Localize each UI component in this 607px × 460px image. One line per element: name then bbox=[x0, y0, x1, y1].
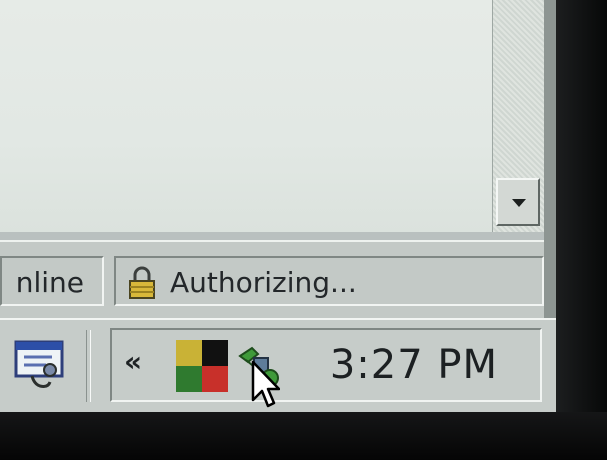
browser-status-bar: nline Authorizing... bbox=[0, 240, 544, 318]
monitor-bezel-bottom bbox=[0, 412, 607, 460]
windows-flag-icon[interactable] bbox=[176, 340, 228, 392]
tray-expand-button[interactable]: « bbox=[124, 348, 142, 376]
chevron-down-icon bbox=[512, 199, 526, 207]
status-pane-zone: nline bbox=[0, 256, 104, 306]
page-content-area bbox=[0, 0, 492, 232]
show-desktop-icon[interactable] bbox=[10, 340, 68, 390]
zone-status-text: nline bbox=[15, 266, 84, 299]
taskbar-divider bbox=[86, 330, 91, 402]
screen: nline Authorizing... « 3:27 PM bbox=[0, 0, 556, 412]
taskbar-clock[interactable]: 3:27 PM bbox=[330, 342, 498, 388]
status-pane-main: Authorizing... bbox=[114, 256, 544, 306]
status-text: Authorizing... bbox=[170, 266, 357, 299]
scroll-down-button[interactable] bbox=[496, 178, 540, 226]
lock-icon bbox=[129, 266, 155, 299]
monitor-bezel-right bbox=[556, 0, 607, 460]
mouse-cursor-icon bbox=[251, 360, 280, 408]
system-tray: « 3:27 PM bbox=[110, 328, 542, 402]
